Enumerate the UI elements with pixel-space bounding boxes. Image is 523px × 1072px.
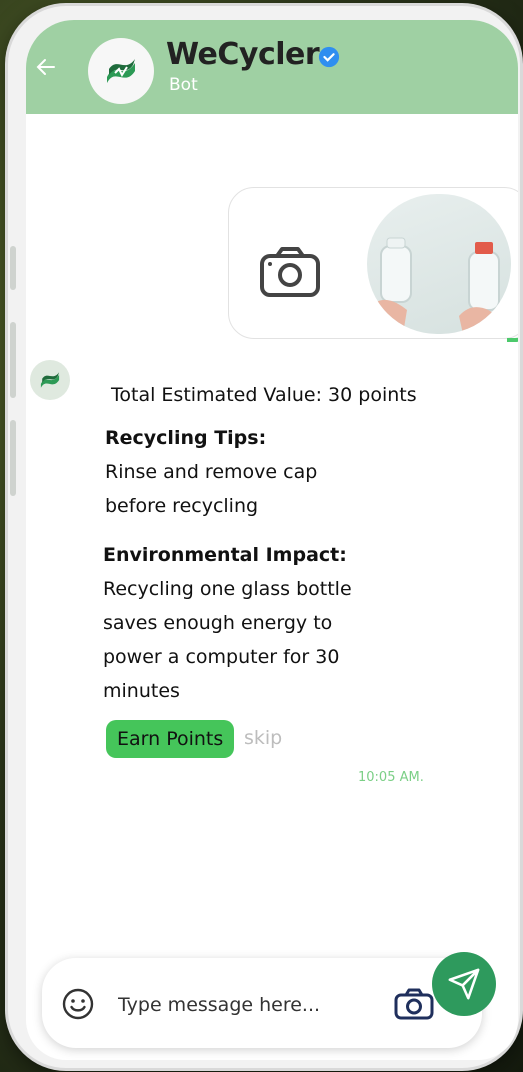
message-composer [42, 958, 482, 1048]
impact-line: Recycling one glass bottle [103, 578, 352, 600]
impact-line: minutes [103, 680, 180, 702]
message-input[interactable] [116, 990, 360, 1020]
tips-line: before recycling [105, 495, 259, 517]
tips-heading: Recycling Tips: [105, 427, 267, 449]
chat-title: WeCycler [166, 37, 320, 72]
glass-bottles-photo[interactable] [367, 194, 511, 334]
bubble-accent [507, 324, 518, 342]
phone-side-button [10, 246, 16, 290]
camera-icon[interactable] [394, 988, 434, 1020]
send-button[interactable] [432, 952, 496, 1016]
impact-line: power a computer for 30 [103, 646, 340, 668]
phone-side-button [10, 322, 16, 398]
emoji-icon[interactable] [62, 988, 94, 1020]
wecycler-logo-icon [40, 372, 60, 388]
impact-line: saves enough energy to [103, 612, 333, 634]
tips-line: Rinse and remove cap [105, 461, 318, 483]
phone-side-button [10, 420, 16, 496]
wecycler-logo-icon [107, 59, 135, 83]
earn-points-button[interactable]: Earn Points [106, 720, 235, 758]
back-arrow-icon[interactable] [34, 55, 58, 79]
skip-link[interactable]: skip [244, 727, 282, 749]
verified-badge-icon [318, 46, 340, 68]
camera-icon [260, 247, 320, 297]
send-icon [448, 968, 480, 1000]
phone-frame: WeCycler Bot Total Estimated Value: 30 p… [8, 6, 520, 1068]
image-attachment-bubble[interactable] [228, 187, 518, 342]
message-timestamp: 10:05 AM. [358, 770, 424, 785]
chat-header: WeCycler Bot [26, 20, 518, 114]
bot-message-avatar [30, 360, 70, 400]
chat-subtitle: Bot [169, 75, 198, 95]
bot-avatar [88, 38, 154, 104]
chat-screen: WeCycler Bot Total Estimated Value: 30 p… [26, 20, 518, 1060]
impact-heading: Environmental Impact: [103, 544, 347, 566]
total-value-text: Total Estimated Value: 30 points [111, 384, 417, 406]
